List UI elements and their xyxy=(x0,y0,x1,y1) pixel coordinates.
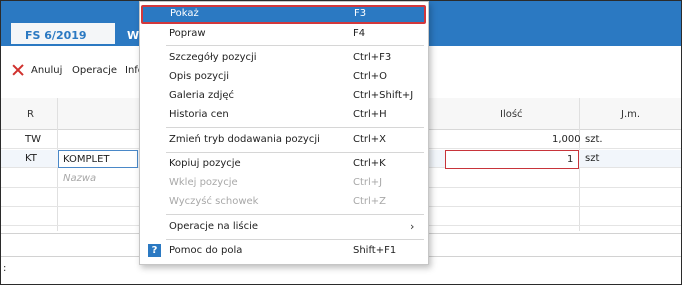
chevron-right-icon: › xyxy=(410,220,415,233)
menu-item-label: Wyczyść schowek xyxy=(169,196,259,207)
menu-item-shortcut: Ctrl+Shift+J xyxy=(353,90,414,101)
menu-item-label: Opis pozycji xyxy=(169,71,230,82)
name-input[interactable]: KOMPLET xyxy=(58,150,138,168)
cell-qty: 1,000 xyxy=(552,134,581,145)
menu-item-shortcut: Shift+F1 xyxy=(353,245,397,256)
quantity-input[interactable]: 1 xyxy=(445,150,579,169)
menu-item-label: Szczegóły pozycji xyxy=(169,52,257,63)
cancel-icon[interactable] xyxy=(12,64,24,76)
menu-item-field-help[interactable]: ? Pomoc do pola Shift+F1 xyxy=(140,242,428,260)
question-mark-icon: ? xyxy=(148,244,161,257)
menu-item-paste-items[interactable]: Wklej pozycje Ctrl+J xyxy=(140,174,428,192)
cancel-button[interactable]: Anuluj xyxy=(31,65,62,76)
menu-separator xyxy=(166,127,424,128)
menu-item-shortcut: Ctrl+K xyxy=(353,158,386,169)
menu-item-label: Popraw xyxy=(169,28,206,39)
name-input-value: KOMPLET xyxy=(63,154,110,165)
menu-item-shortcut: Ctrl+F3 xyxy=(353,52,392,63)
menu-item-copy-items[interactable]: Kopiuj pozycje Ctrl+K xyxy=(140,155,428,173)
menu-item-label: Pokaż xyxy=(170,8,199,19)
context-menu: Pokaż F3 Popraw F4 Szczegóły pozycji Ctr… xyxy=(139,1,429,265)
menu-item-shortcut: Ctrl+J xyxy=(353,177,383,188)
menu-item-label: Galeria zdjęć xyxy=(169,90,235,101)
tab-second[interactable]: W xyxy=(121,23,139,46)
menu-item-shortcut: F3 xyxy=(354,8,367,19)
menu-item-item-description[interactable]: Opis pozycji Ctrl+O xyxy=(140,68,428,86)
menu-item-label: Kopiuj pozycje xyxy=(169,158,241,169)
menu-item-change-add-mode[interactable]: Zmień tryb dodawania pozycji Ctrl+X xyxy=(140,131,428,149)
menu-item-shortcut: Ctrl+O xyxy=(353,71,388,82)
menu-item-label: Operacje na liście xyxy=(169,221,259,232)
menu-item-label: Historia cen xyxy=(169,109,229,120)
menu-item-label: Wklej pozycje xyxy=(169,177,238,188)
menu-item-edit[interactable]: Popraw F4 xyxy=(140,25,428,43)
column-header-unit[interactable]: J.m. xyxy=(621,109,640,120)
quantity-input-value: 1 xyxy=(567,154,574,165)
column-header-r[interactable]: R xyxy=(27,109,34,120)
app-window: FS 6/2019 W Anuluj Operacje Info R Ilość… xyxy=(0,0,682,285)
menu-item-label: Pomoc do pola xyxy=(169,245,243,256)
menu-item-clear-clipboard[interactable]: Wyczyść schowek Ctrl+Z xyxy=(140,193,428,211)
menu-item-shortcut: Ctrl+Z xyxy=(353,196,387,207)
cell-r: KT xyxy=(25,153,37,164)
status-text: : xyxy=(3,263,7,274)
menu-separator xyxy=(166,239,424,240)
column-header-qty[interactable]: Ilość xyxy=(500,109,523,120)
cell-unit: szt. xyxy=(585,134,603,145)
menu-item-shortcut: F4 xyxy=(353,28,366,39)
menu-item-show[interactable]: Pokaż F3 xyxy=(141,5,426,24)
menu-separator xyxy=(166,45,424,46)
menu-item-label: Zmień tryb dodawania pozycji xyxy=(169,134,320,145)
menu-item-item-details[interactable]: Szczegóły pozycji Ctrl+F3 xyxy=(140,49,428,67)
tab-document[interactable]: FS 6/2019 xyxy=(11,23,115,46)
menu-item-shortcut: Ctrl+H xyxy=(353,109,387,120)
operations-button[interactable]: Operacje xyxy=(72,65,117,76)
menu-separator xyxy=(166,214,424,215)
menu-item-shortcut: Ctrl+X xyxy=(353,134,387,145)
menu-separator xyxy=(166,152,424,153)
new-row-name-placeholder: Nazwa xyxy=(63,173,97,184)
menu-item-photo-gallery[interactable]: Galeria zdjęć Ctrl+Shift+J xyxy=(140,87,428,105)
cell-unit: szt xyxy=(585,153,600,164)
menu-item-price-history[interactable]: Historia cen Ctrl+H xyxy=(140,106,428,124)
menu-item-list-operations[interactable]: Operacje na liście › xyxy=(140,218,428,236)
cell-r: TW xyxy=(25,134,41,145)
